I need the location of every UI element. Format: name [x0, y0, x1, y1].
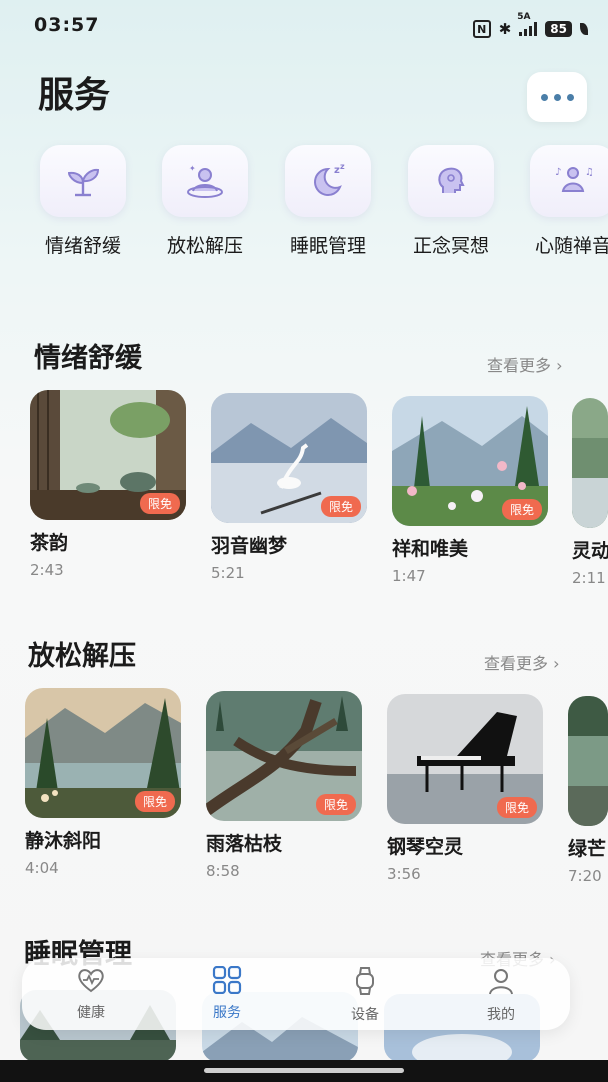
media-card[interactable]: 绿芒 7:20	[568, 696, 608, 885]
nav-mine[interactable]: 我的	[456, 966, 546, 1024]
section-title: 放松解压	[28, 641, 136, 672]
battery-icon: 85	[545, 21, 572, 37]
card-image: 限免	[387, 694, 543, 824]
moon-sleep-icon: zz	[285, 145, 371, 217]
card-duration: 5:21	[211, 564, 245, 582]
category-mindfulness[interactable]: 正念冥想	[396, 145, 506, 258]
nav-devices[interactable]: 设备	[320, 966, 410, 1024]
media-card[interactable]: 限免 羽音幽梦 5:21	[211, 393, 371, 582]
nav-label: 健康	[77, 1005, 105, 1021]
category-label: 睡眠管理	[289, 235, 366, 257]
svg-text:♪: ♪	[555, 167, 561, 178]
svg-text:✦: ✦	[189, 164, 196, 173]
free-badge: 限免	[134, 791, 175, 812]
card-title: 绿芒	[568, 838, 607, 860]
free-badge: 限免	[315, 794, 356, 815]
page-title: 服务	[38, 75, 111, 116]
media-card[interactable]: 限免 雨落枯枝 8:58	[206, 691, 366, 880]
card-title: 雨落枯枝	[206, 833, 283, 855]
free-badge: 限免	[501, 499, 542, 520]
head-mind-icon	[408, 145, 494, 217]
grid-icon	[212, 965, 242, 995]
card-duration: 8:58	[206, 862, 240, 880]
category-label: 正念冥想	[412, 235, 489, 257]
card-title: 钢琴空灵	[387, 836, 464, 858]
status-bar: 03:57 N ✱ 5A 85	[0, 0, 608, 50]
card-title: 羽音幽梦	[211, 535, 288, 557]
card-duration: 4:04	[25, 859, 59, 877]
free-badge: 限免	[320, 496, 361, 517]
svg-text:♫: ♫	[585, 167, 594, 178]
card-duration: 2:11	[572, 569, 606, 587]
card-duration: 2:43	[30, 561, 64, 579]
card-image: 限免	[206, 691, 362, 821]
meditation-music-icon: ♪ ♫	[530, 145, 608, 217]
signal-icon: 5A	[517, 12, 538, 36]
person-relax-icon: ✦	[162, 145, 248, 217]
category-label: 放松解压	[166, 235, 243, 257]
category-emotion[interactable]: 情绪舒缓	[28, 145, 138, 258]
card-image: 限免	[30, 390, 186, 520]
card-image	[568, 696, 608, 826]
category-zen-music[interactable]: ♪ ♫ 心随禅音	[518, 145, 608, 258]
status-icons: N ✱ 5A 85	[472, 12, 588, 38]
nav-services[interactable]: 服务	[182, 965, 272, 1022]
sprout-icon	[40, 145, 126, 217]
card-image: 限免	[392, 396, 548, 526]
media-card[interactable]: 灵动 2:11	[572, 398, 608, 587]
watch-icon	[356, 967, 374, 995]
card-image: 限免	[25, 688, 181, 818]
media-card[interactable]: 限免 静沐斜阳 4:04	[25, 688, 185, 877]
media-card[interactable]: 限免 钢琴空灵 3:56	[387, 694, 547, 883]
leaf-icon	[580, 23, 588, 35]
free-badge: 限免	[139, 493, 180, 514]
card-duration: 3:56	[387, 865, 421, 883]
nav-label: 设备	[351, 1007, 379, 1023]
category-relax[interactable]: ✦ 放松解压	[150, 145, 260, 258]
card-image	[572, 398, 608, 528]
card-title: 灵动	[572, 540, 608, 562]
network-label: 5A	[517, 12, 531, 22]
category-sleep[interactable]: zz 睡眠管理	[273, 145, 383, 258]
nfc-icon: N	[472, 20, 491, 38]
card-image: 限免	[211, 393, 367, 523]
media-card[interactable]: 限免 祥和唯美 1:47	[392, 396, 552, 585]
nav-label: 服务	[213, 1005, 241, 1021]
see-more-link[interactable]: 查看更多 ›	[487, 352, 563, 376]
card-title: 静沐斜阳	[25, 830, 102, 852]
person-icon	[489, 969, 513, 995]
more-button[interactable]	[527, 72, 587, 122]
home-indicator[interactable]	[204, 1068, 404, 1073]
nav-health[interactable]: 健康	[46, 966, 136, 1022]
category-label: 心随禅音	[534, 235, 608, 257]
bluetooth-icon: ✱	[498, 20, 512, 38]
media-card[interactable]: 限免 茶韵 2:43	[30, 390, 190, 579]
free-badge: 限免	[496, 797, 537, 818]
heart-icon	[78, 969, 104, 993]
category-label: 情绪舒缓	[44, 235, 121, 257]
nav-label: 我的	[487, 1007, 515, 1023]
card-title: 茶韵	[30, 532, 69, 554]
card-duration: 7:20	[568, 867, 602, 885]
section-title: 情绪舒缓	[34, 343, 142, 374]
bottom-nav: 健康 服务 设备 我的	[22, 958, 570, 1030]
card-title: 祥和唯美	[392, 538, 469, 560]
status-time: 03:57	[34, 14, 100, 36]
card-duration: 1:47	[392, 567, 426, 585]
svg-text:z: z	[340, 162, 345, 171]
see-more-link[interactable]: 查看更多 ›	[484, 650, 560, 674]
